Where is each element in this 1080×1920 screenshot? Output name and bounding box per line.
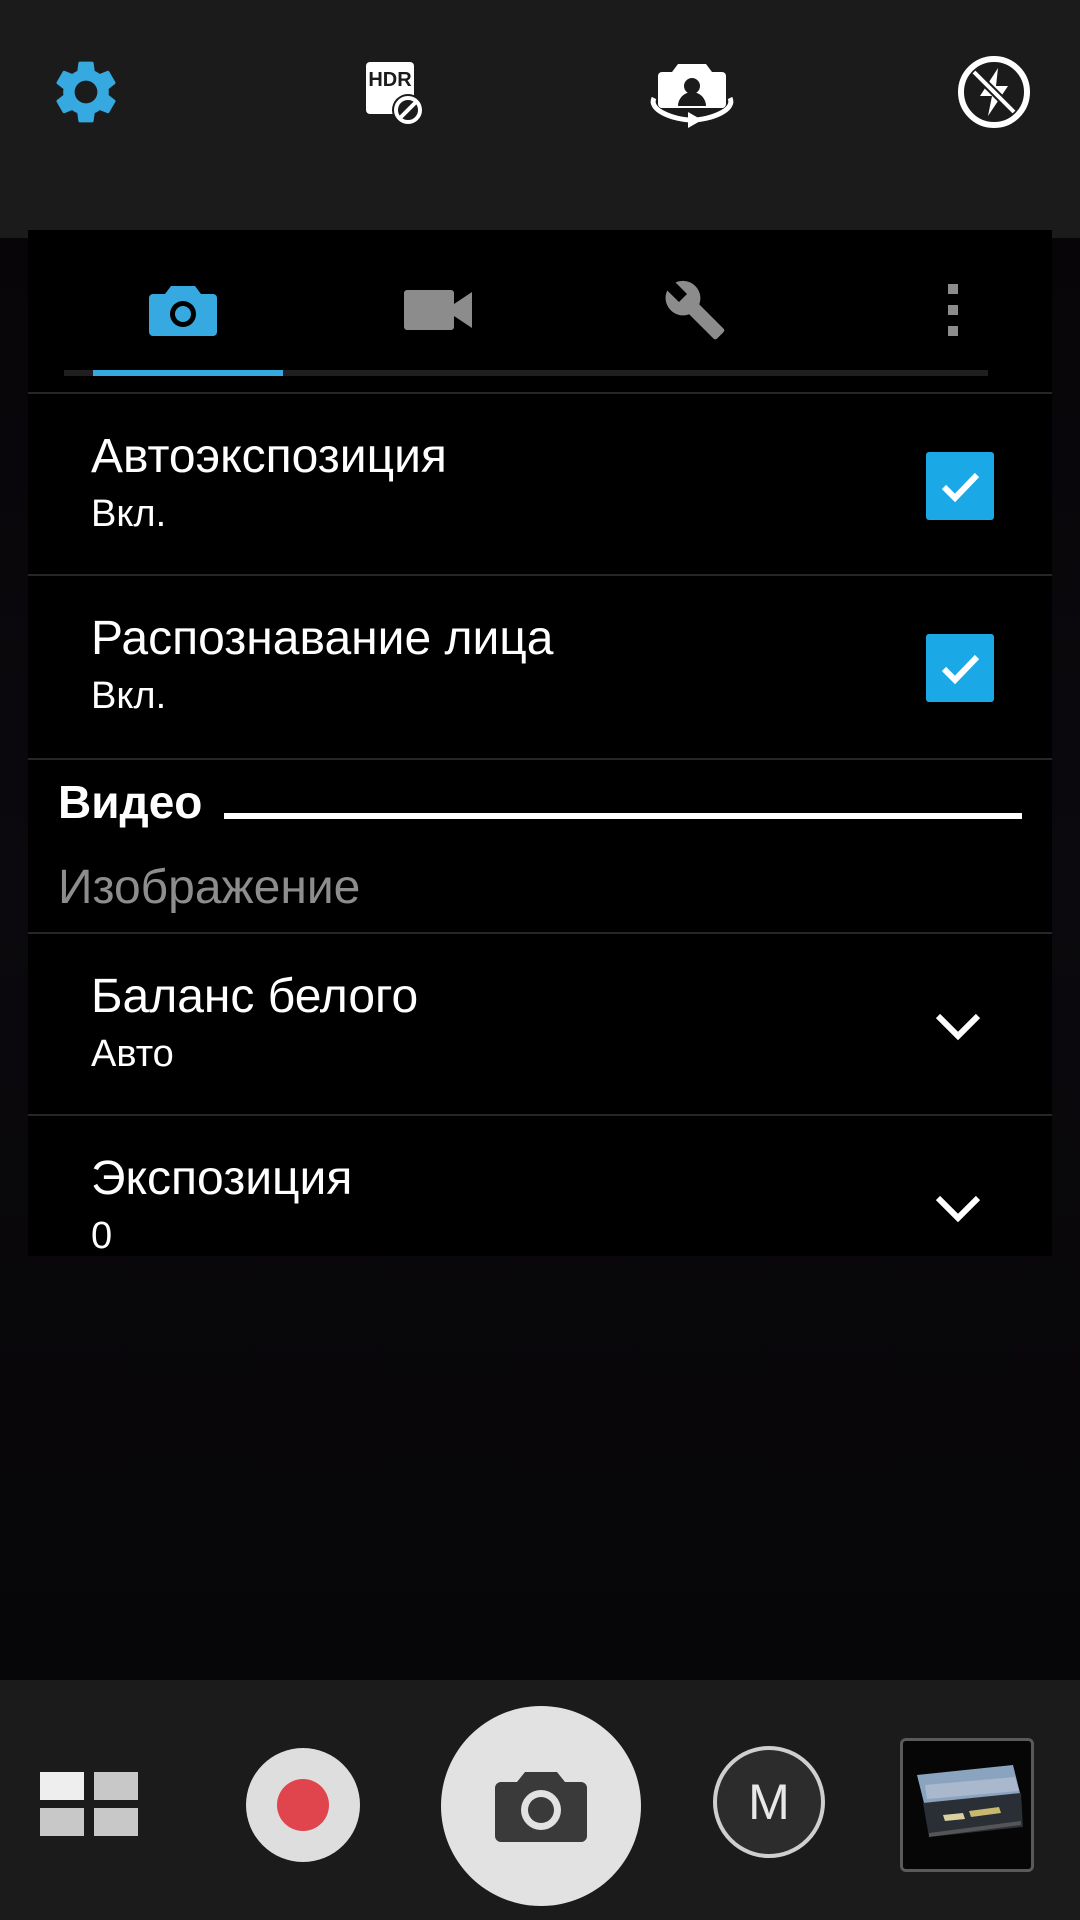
checkmark-icon — [941, 472, 980, 503]
setting-value: Вкл. — [91, 493, 167, 535]
setting-title: Распознавание лица — [91, 612, 554, 665]
wrench-icon — [665, 280, 725, 340]
setting-value: 0 — [91, 1215, 113, 1257]
tab-video[interactable] — [344, 260, 534, 360]
switch-camera-button[interactable] — [646, 46, 738, 138]
top-toolbar: HDR — [0, 0, 1080, 238]
setting-title: Экспозиция — [91, 1152, 353, 1205]
setting-white-balance[interactable]: Баланс белого Авто — [28, 934, 1052, 1116]
divider — [28, 758, 1052, 760]
camera-icon — [495, 1772, 587, 1842]
setting-auto-exposure[interactable]: Автоэкспозиция Вкл. — [28, 394, 1052, 576]
grid-cell — [40, 1772, 84, 1800]
face-detection-checkbox[interactable] — [926, 634, 994, 702]
grid-cell — [40, 1808, 84, 1836]
tab-selected-indicator — [93, 370, 283, 376]
checkmark-icon — [941, 654, 980, 685]
section-subheader-image: Изображение — [58, 861, 361, 914]
flash-button[interactable] — [948, 46, 1040, 138]
setting-exposure[interactable]: Экспозиция 0 — [28, 1116, 1052, 1298]
hdr-button[interactable]: HDR — [348, 46, 440, 138]
section-header-underline — [224, 813, 1022, 819]
gallery-thumbnail[interactable] — [900, 1738, 1034, 1872]
camera-icon — [149, 286, 217, 336]
flash-off-icon — [958, 56, 1030, 128]
settings-tabs — [28, 230, 1052, 392]
setting-face-detection[interactable]: Распознавание лица Вкл. — [28, 576, 1052, 758]
tab-tools[interactable] — [600, 260, 790, 360]
chevron-down-icon[interactable] — [928, 1178, 988, 1238]
svg-text:HDR: HDR — [368, 69, 412, 91]
grid-cell — [94, 1808, 138, 1836]
photo-thumbnail-image — [903, 1741, 1031, 1869]
mode-switch-button[interactable] — [40, 1772, 138, 1836]
setting-value: Авто — [91, 1033, 174, 1075]
video-camera-icon — [404, 290, 472, 330]
settings-button[interactable] — [40, 46, 132, 138]
chevron-down-icon[interactable] — [928, 996, 988, 1056]
more-vertical-icon — [948, 284, 958, 336]
switch-camera-icon — [650, 64, 734, 128]
setting-title: Баланс белого — [91, 970, 419, 1023]
manual-mode-button[interactable]: M — [713, 1746, 825, 1858]
shutter-button[interactable] — [441, 1706, 641, 1906]
tab-more[interactable] — [858, 260, 1048, 360]
gear-icon — [56, 61, 116, 123]
tab-photo[interactable] — [88, 260, 278, 360]
setting-value: Вкл. — [91, 675, 167, 717]
grid-cell — [94, 1772, 138, 1800]
record-video-button[interactable] — [246, 1748, 360, 1862]
section-header-video: Видео — [58, 776, 203, 828]
hdr-off-icon: HDR — [366, 62, 424, 126]
setting-title: Автоэкспозиция — [91, 430, 447, 483]
auto-exposure-checkbox[interactable] — [926, 452, 994, 520]
record-icon — [277, 1779, 329, 1831]
